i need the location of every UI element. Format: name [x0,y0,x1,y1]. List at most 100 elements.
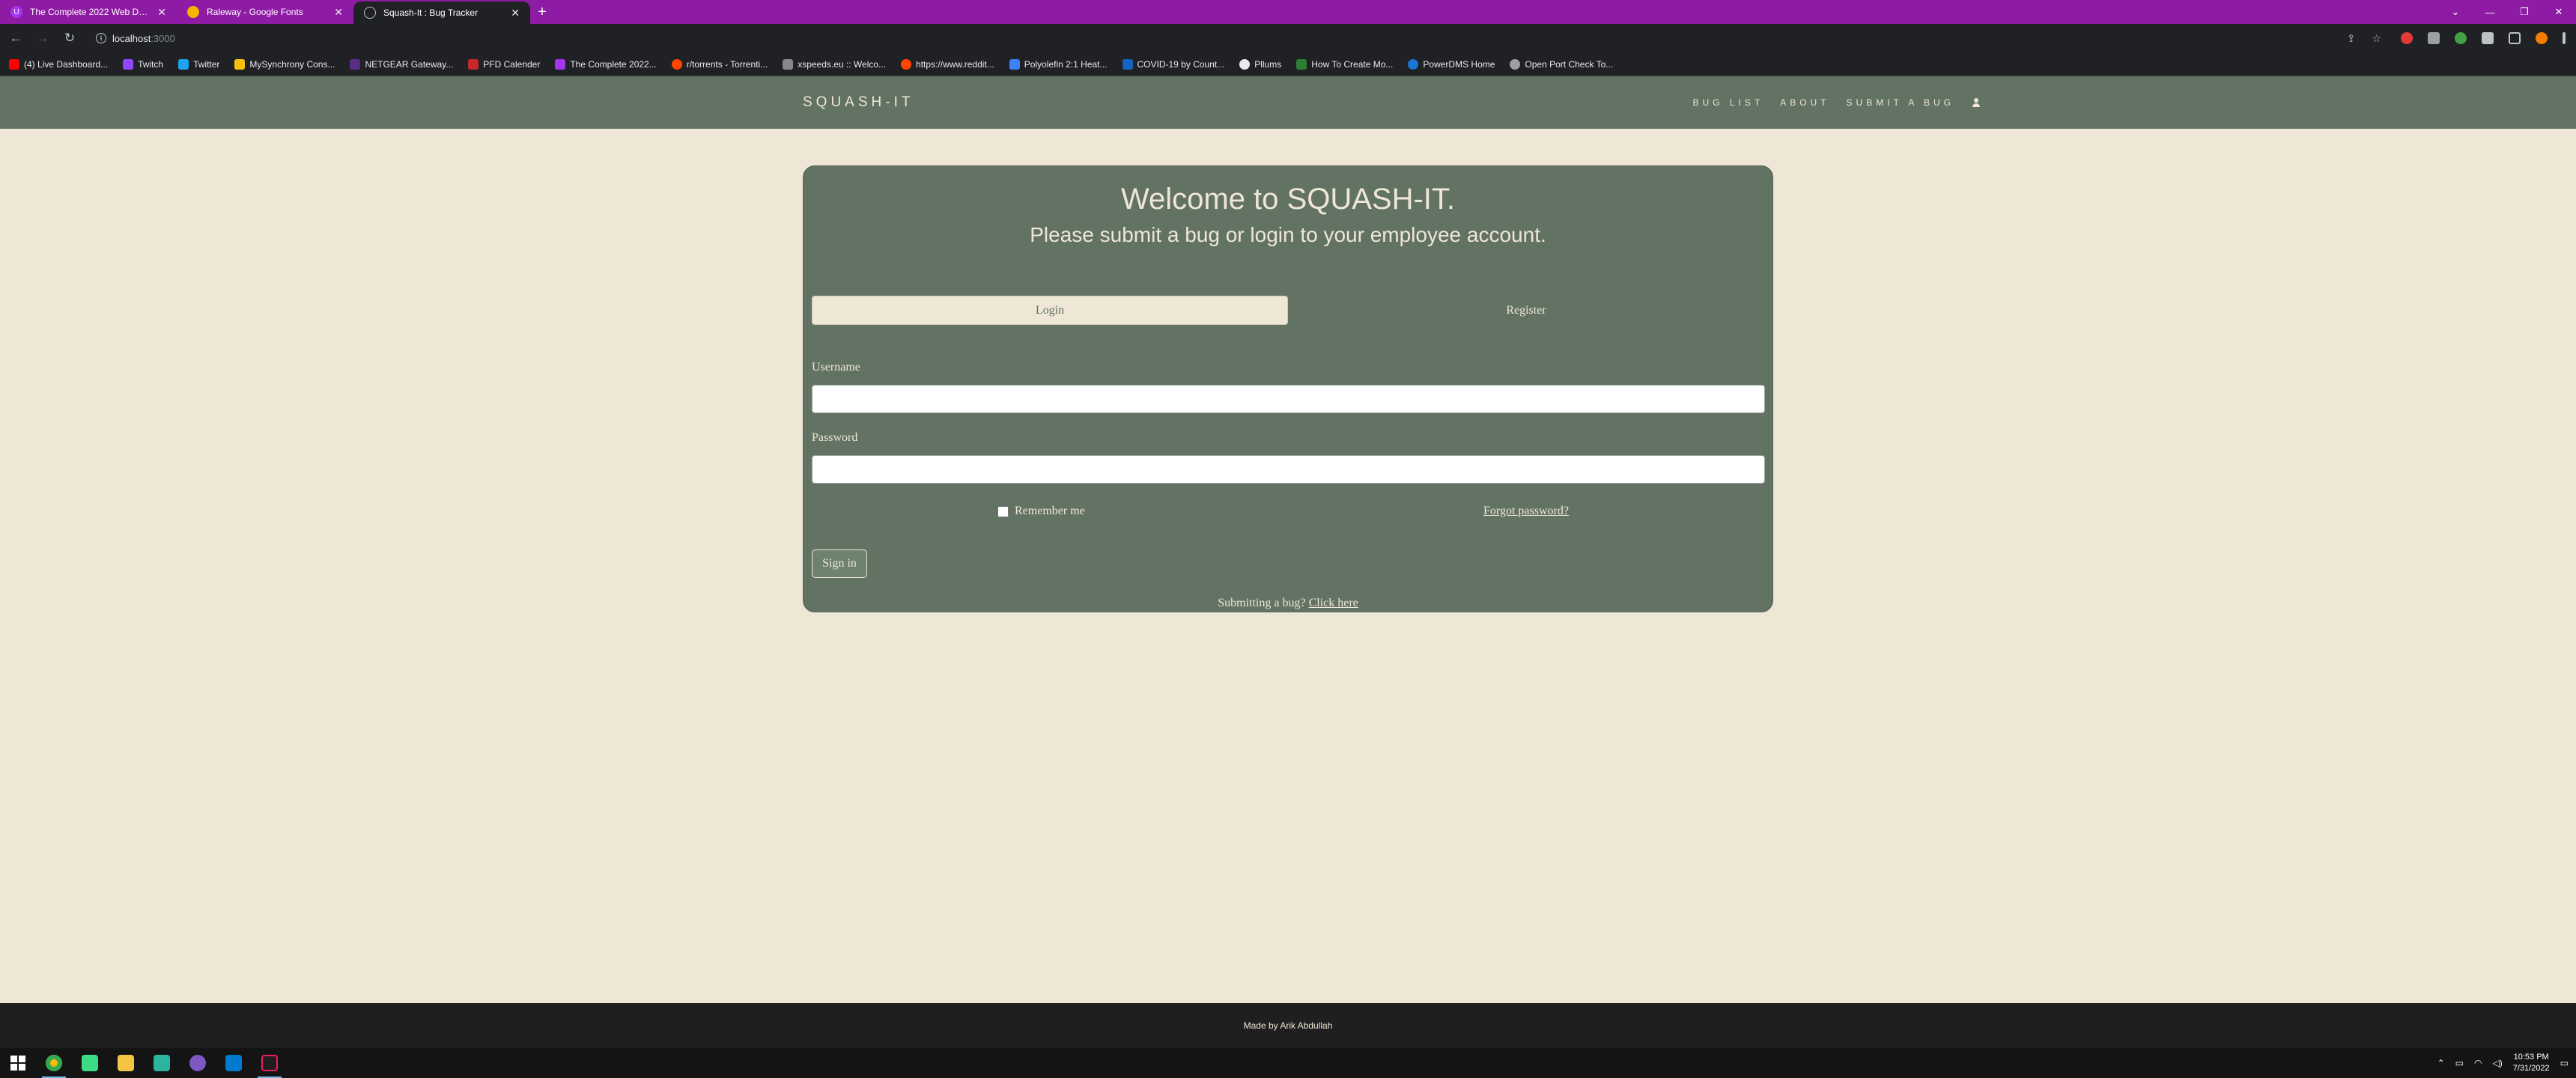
vscode-icon [225,1055,242,1071]
taskbar-chrome[interactable] [36,1048,72,1078]
back-icon[interactable]: ← [4,27,27,49]
bookmark-label: How To Create Mo... [1311,58,1394,70]
close-tab-icon[interactable]: ✕ [157,6,166,19]
bookmark-label: PowerDMS Home [1423,58,1495,70]
android-icon [82,1055,98,1071]
password-label: Password [812,431,858,444]
notification-icon[interactable]: ▭ [2560,1058,2569,1068]
browser-tab[interactable]: U The Complete 2022 Web Develo... ✕ [0,0,177,24]
bookmark-item[interactable]: https://www.reddit... [901,58,994,70]
wifi-icon[interactable]: ◠ [2474,1058,2482,1068]
bookmark-item[interactable]: Pllums [1239,58,1281,70]
nav-submit-bug[interactable]: SUBMIT A BUG [1847,97,1954,108]
url-text: localhost:3000 [112,33,175,44]
bookmark-item[interactable]: Polyolefin 2:1 Heat... [1009,58,1108,70]
bookmark-item[interactable]: (4) Live Dashboard... [9,58,108,70]
bookmark-label: COVID-19 by Count... [1137,58,1225,70]
bookmark-item[interactable]: NETGEAR Gateway... [350,58,453,70]
bookmark-item[interactable]: xspeeds.eu :: Welco... [783,58,886,70]
bookmark-label: PFD Calender [483,58,541,70]
tab-search-icon[interactable]: ⌄ [2438,0,2473,24]
system-tray: ⌃ ▭ ◠ ◁) 10:53 PM 7/31/2022 ▭ [2437,1048,2569,1078]
bookmark-label: Open Port Check To... [1525,58,1614,70]
minimize-icon[interactable]: — [2473,0,2507,24]
remember-me-checkbox[interactable] [997,505,1009,517]
puzzle-icon[interactable] [2482,32,2494,44]
sign-in-button[interactable]: Sign in [812,549,867,578]
menu-icon[interactable] [2563,32,2566,44]
address-bar[interactable]: i localhost:3000 ⇪ ☆ [88,28,2387,49]
bookmark-item[interactable]: MySynchrony Cons... [234,58,335,70]
browser-tab[interactable]: Raleway - Google Fonts ✕ [177,0,353,24]
site-footer: Made by Arik Abdullah [0,1003,2576,1048]
bookmark-item[interactable]: r/torrents - Torrenti... [671,58,768,70]
extension-icon[interactable] [2401,32,2413,44]
covid-icon [1122,58,1133,70]
new-tab-button[interactable]: + [530,0,554,24]
page-title: Welcome to SQUASH-IT. [1120,183,1456,216]
bookmark-item[interactable]: PFD Calender [468,58,541,70]
url-port: :3000 [151,32,175,44]
taskbar-explorer[interactable] [108,1048,144,1078]
taskbar-app[interactable] [144,1048,180,1078]
forgot-password-link[interactable]: Forgot password? [1483,505,1569,518]
calendar-icon [468,58,479,70]
site-info-icon[interactable]: i [96,33,106,43]
taskbar-terminal[interactable] [252,1048,288,1078]
tab-login[interactable]: Login [812,296,1288,325]
start-button[interactable] [0,1048,36,1078]
synchrony-icon [234,58,246,70]
restore-icon[interactable]: ❐ [2507,0,2542,24]
xspeeds-icon [783,58,794,70]
netgear-icon [350,58,361,70]
url-host: localhost [112,32,151,44]
twitter-icon [178,58,189,70]
bookmark-item[interactable]: The Complete 2022... [555,58,657,70]
bookmark-label: MySynchrony Cons... [249,58,335,70]
tab-register[interactable]: Register [1288,296,1764,325]
username-field[interactable] [812,385,1765,413]
nav-about[interactable]: ABOUT [1780,97,1829,108]
taskbar-vscode[interactable] [216,1048,252,1078]
share-icon[interactable]: ⇪ [2347,32,2356,45]
github-icon [1239,58,1251,70]
nav-bug-list[interactable]: BUG LIST [1693,97,1764,108]
bookmark-item[interactable]: How To Create Mo... [1296,58,1394,70]
address-bar-actions: ⇪ ☆ [2347,32,2387,45]
login-card: Welcome to SQUASH-IT. Please submit a bu… [803,165,1773,612]
bookmark-star-icon[interactable]: ☆ [2372,32,2381,45]
tab-title: Squash-It : Bug Tracker [383,7,479,18]
network-icon[interactable]: ▭ [2455,1058,2464,1068]
username-label: Username [812,361,860,374]
forward-icon[interactable]: → [31,27,54,49]
chrome-icon [46,1055,62,1071]
extension-icon[interactable] [2455,32,2467,44]
taskbar-app[interactable] [72,1048,108,1078]
bookmark-item[interactable]: Twitch [123,58,163,70]
avatar[interactable] [2536,32,2548,44]
submit-bug-link[interactable]: Click here [1309,597,1358,609]
side-panel-icon[interactable] [2509,32,2521,44]
close-window-icon[interactable]: ✕ [2542,0,2576,24]
bookmark-item[interactable]: PowerDMS Home [1408,58,1495,70]
tray-chevron-icon[interactable]: ⌃ [2437,1058,2445,1068]
close-tab-icon[interactable]: ✕ [334,6,343,19]
clock[interactable]: 10:53 PM 7/31/2022 [2513,1052,2550,1074]
app-icon [154,1055,170,1071]
udemy-icon [555,58,566,70]
clock-time: 10:53 PM [2513,1053,2549,1062]
volume-icon[interactable]: ◁) [2492,1058,2502,1068]
bookmark-item[interactable]: Twitter [178,58,219,70]
bookmark-label: The Complete 2022... [570,58,657,70]
browser-tab-active[interactable]: Squash-It : Bug Tracker ✕ [353,1,530,24]
taskbar-app[interactable] [180,1048,216,1078]
bookmark-item[interactable]: COVID-19 by Count... [1122,58,1225,70]
close-tab-icon[interactable]: ✕ [511,7,520,19]
user-icon[interactable] [1971,97,1981,108]
reload-icon[interactable]: ↻ [58,27,81,49]
password-field[interactable] [812,455,1765,484]
bookmark-item[interactable]: Open Port Check To... [1510,58,1614,70]
remember-me-label: Remember me [1015,505,1085,517]
extension-icon[interactable] [2428,32,2440,44]
site-brand[interactable]: SQUASH-IT [803,94,914,111]
